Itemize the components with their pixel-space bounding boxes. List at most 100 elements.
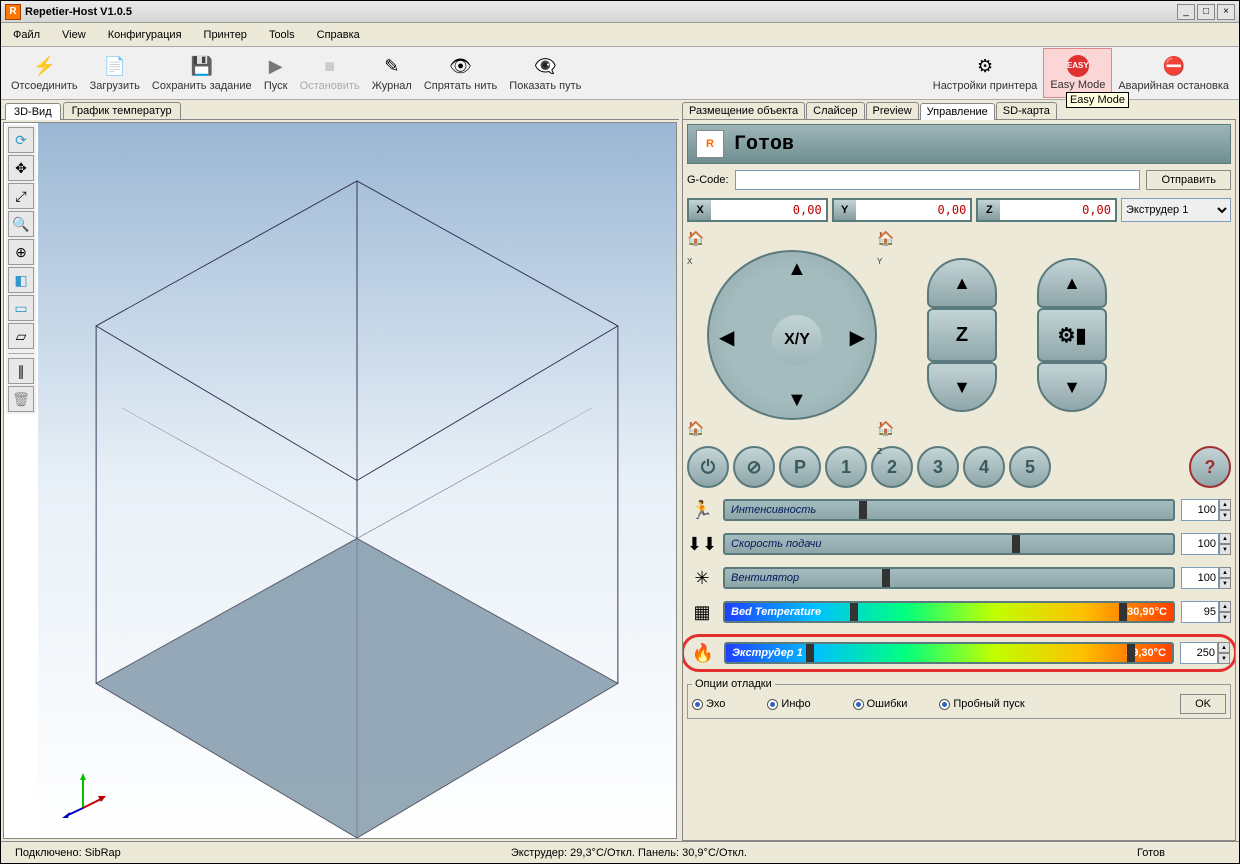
jog-x-plus[interactable]: ▶: [850, 325, 865, 350]
bed-temp-input[interactable]: [1181, 601, 1219, 623]
extruder-gear[interactable]: ⚙▮: [1037, 308, 1107, 362]
trash-button[interactable]: 🗑: [8, 386, 34, 412]
y-value: 0,00: [856, 200, 971, 220]
preset-3-button[interactable]: 3: [917, 446, 959, 488]
home-y-button[interactable]: 🏠Y: [877, 230, 897, 250]
power-button[interactable]: ⏻: [687, 446, 729, 488]
z-label[interactable]: Z: [927, 308, 997, 362]
printer-settings-button[interactable]: ⚙Настройки принтера: [927, 48, 1044, 98]
viewport-3d[interactable]: ⟳ ✥ ⤢ 🔍 ⊕ ◧ ▭ ▱ ∥ 🗑: [3, 122, 677, 839]
fan-row: ✳ Вентилятор ▲▼: [687, 566, 1231, 590]
home-all-button[interactable]: 🏠: [687, 420, 707, 440]
jog-y-plus[interactable]: ▲: [787, 258, 807, 281]
extrude-button[interactable]: ▼: [1037, 362, 1107, 412]
retract-button[interactable]: ▲: [1037, 258, 1107, 308]
speed-input[interactable]: [1181, 499, 1219, 521]
load-button[interactable]: 📄Загрузить: [84, 48, 146, 98]
jog-z-minus[interactable]: ▼: [927, 362, 997, 412]
iso-view-button[interactable]: ◧: [8, 267, 34, 293]
debug-errors[interactable]: Ошибки: [853, 698, 908, 710]
feedrate-slider[interactable]: Скорость подачи: [723, 533, 1175, 555]
move-view-button[interactable]: ✥: [8, 155, 34, 181]
help-button[interactable]: ?: [1189, 446, 1231, 488]
preset-5-button[interactable]: 5: [1009, 446, 1051, 488]
feed-icon: ⬇⬇: [687, 534, 717, 555]
menu-tools[interactable]: Tools: [265, 27, 299, 43]
debug-ok-button[interactable]: OK: [1180, 694, 1226, 714]
status-icon: R: [696, 130, 724, 158]
jog-z-plus[interactable]: ▲: [927, 258, 997, 308]
z-jog-column: ▲ Z ▼: [917, 230, 1007, 440]
rotate-view-button[interactable]: ⤢: [8, 183, 34, 209]
file-icon: 📄: [103, 54, 127, 78]
tab-preview[interactable]: Preview: [866, 102, 919, 119]
z-value: 0,00: [1000, 200, 1115, 220]
show-path-button[interactable]: 👁‍🗨Показать путь: [503, 48, 587, 98]
feedrate-input[interactable]: [1181, 533, 1219, 555]
x-coord-box[interactable]: X0,00: [687, 198, 828, 222]
status-connection: Подключено: SibRap: [7, 847, 129, 859]
close-button[interactable]: ×: [1217, 4, 1235, 20]
window-title: Repetier-Host V1.0.5: [25, 6, 1177, 18]
tab-slicer[interactable]: Слайсер: [806, 102, 864, 119]
fit-button[interactable]: ⊕: [8, 239, 34, 265]
extruder-select[interactable]: Экструдер 1: [1121, 198, 1231, 222]
jog-y-minus[interactable]: ▼: [787, 389, 807, 412]
zoom-button[interactable]: 🔍: [8, 211, 34, 237]
fan-input[interactable]: [1181, 567, 1219, 589]
menu-printer[interactable]: Принтер: [200, 27, 251, 43]
debug-dryrun[interactable]: Пробный пуск: [939, 698, 1024, 710]
debug-info[interactable]: Инфо: [767, 698, 810, 710]
hide-filament-button[interactable]: 👁Спрятать нить: [418, 48, 503, 98]
front-view-button[interactable]: ▭: [8, 295, 34, 321]
motors-off-button[interactable]: ⊘: [733, 446, 775, 488]
speed-up[interactable]: ▲: [1219, 499, 1231, 510]
menu-config[interactable]: Конфигурация: [104, 27, 186, 43]
park-button[interactable]: P: [779, 446, 821, 488]
maximize-button[interactable]: □: [1197, 4, 1215, 20]
log-button[interactable]: ✎Журнал: [366, 48, 418, 98]
connect-button[interactable]: ⚡Отсоединить: [5, 48, 84, 98]
gcode-input[interactable]: [735, 170, 1141, 190]
reset-view-button[interactable]: ⟳: [8, 127, 34, 153]
menu-view[interactable]: View: [58, 27, 90, 43]
extruder-temp-slider[interactable]: Экструдер 129,30°C: [724, 642, 1174, 664]
top-view-button[interactable]: ▱: [8, 323, 34, 349]
menu-file[interactable]: Файл: [9, 27, 44, 43]
bed-temp-slider[interactable]: Bed Temperature30,90°C: [723, 601, 1175, 623]
tab-temp-graph[interactable]: График температур: [63, 102, 181, 119]
jog-x-minus[interactable]: ◀: [719, 325, 734, 350]
home-x-button[interactable]: 🏠X: [687, 230, 707, 250]
speed-down[interactable]: ▼: [1219, 510, 1231, 521]
menu-help[interactable]: Справка: [313, 27, 364, 43]
easy-mode-button[interactable]: EASYEasy Mode: [1043, 48, 1112, 98]
stop-button[interactable]: ■Остановить: [294, 48, 366, 98]
minimize-button[interactable]: _: [1177, 4, 1195, 20]
tab-3d-view[interactable]: 3D-Вид: [5, 103, 61, 120]
tab-sd-card[interactable]: SD-карта: [996, 102, 1057, 119]
parallel-button[interactable]: ∥: [8, 358, 34, 384]
canvas-3d[interactable]: [38, 123, 676, 838]
view-tools: ⟳ ✥ ⤢ 🔍 ⊕ ◧ ▭ ▱ ∥ 🗑: [6, 125, 36, 414]
run-button[interactable]: ▶Пуск: [258, 48, 294, 98]
save-job-button[interactable]: 💾Сохранить задание: [146, 48, 258, 98]
extruder-temp-input[interactable]: [1180, 642, 1218, 664]
emergency-stop-button[interactable]: ⛔Аварийная остановка: [1112, 48, 1235, 98]
speed-multiplier-row: 🏃 Интенсивность ▲▼: [687, 498, 1231, 522]
y-coord-box[interactable]: Y0,00: [832, 198, 973, 222]
tab-manual-control[interactable]: Управление: [920, 103, 995, 120]
gcode-label: G-Code:: [687, 174, 729, 186]
extruder-jog-column: ▲ ⚙▮ ▼: [1027, 230, 1117, 440]
gcode-send-button[interactable]: Отправить: [1146, 170, 1231, 190]
debug-echo[interactable]: Эхо: [692, 698, 725, 710]
home-z-button[interactable]: 🏠Z: [877, 420, 897, 440]
speed-slider[interactable]: Интенсивность: [723, 499, 1175, 521]
xy-center[interactable]: X/Y: [772, 315, 822, 365]
tab-object-placement[interactable]: Размещение объекта: [682, 102, 805, 119]
feedrate-row: ⬇⬇ Скорость подачи ▲▼: [687, 532, 1231, 556]
preset-1-button[interactable]: 1: [825, 446, 867, 488]
extruder-temp-highlight: 🔥 Экструдер 129,30°C ▲▼: [682, 634, 1236, 672]
fan-slider[interactable]: Вентилятор: [723, 567, 1175, 589]
z-coord-box[interactable]: Z0,00: [976, 198, 1117, 222]
preset-4-button[interactable]: 4: [963, 446, 1005, 488]
